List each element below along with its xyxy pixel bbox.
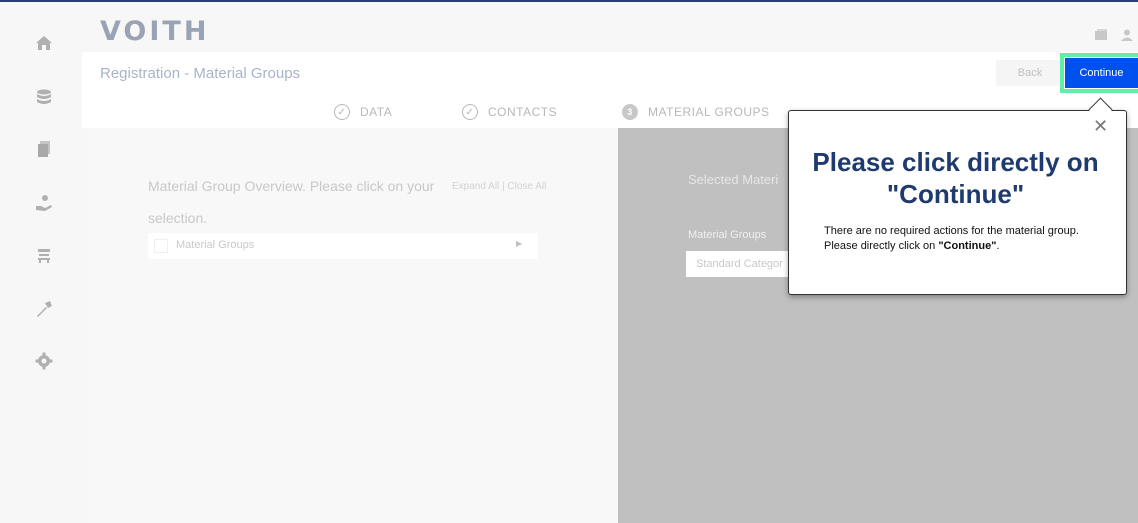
selected-materials-title: Selected Materi [688, 172, 779, 187]
step-label: MATERIAL GROUPS [648, 105, 770, 119]
step-number: 3 [622, 104, 638, 120]
cart-icon[interactable] [31, 242, 57, 268]
tools-icon[interactable] [31, 296, 57, 322]
supplier-icon[interactable] [31, 190, 57, 216]
caret-right-icon[interactable]: ▶ [516, 239, 522, 248]
step-contacts[interactable]: ✓ CONTACTS [462, 104, 557, 120]
home-icon[interactable] [31, 30, 57, 56]
expand-close-all-link[interactable]: Expand All | Close All [452, 180, 552, 194]
material-groups-field-label: Material Groups [688, 229, 767, 241]
close-icon[interactable]: ✕ [1093, 117, 1108, 135]
user-icon[interactable] [1120, 28, 1134, 42]
database-icon[interactable] [31, 84, 57, 110]
overview-instruction: Material Group Overview. Please click on… [148, 178, 435, 226]
standard-category-input[interactable] [686, 251, 796, 277]
step-data[interactable]: ✓ DATA [334, 104, 392, 120]
step-label: CONTACTS [488, 105, 558, 119]
check-circle-icon: ✓ [462, 104, 478, 120]
continue-button[interactable]: Continue [1065, 58, 1138, 88]
documents-icon[interactable] [31, 136, 57, 162]
settings-icon[interactable] [31, 348, 57, 374]
messages-icon[interactable] [1094, 28, 1108, 42]
material-groups-tree-item[interactable]: Material Groups ▶ [148, 233, 538, 259]
check-circle-icon: ✓ [334, 104, 350, 120]
step-label: DATA [360, 105, 393, 119]
popup-title: Please click directly on "Continue" [812, 147, 1099, 209]
back-button[interactable]: Back [996, 60, 1064, 86]
popup-text-end: . [996, 240, 1000, 252]
popup-text: There are no required actions for the ma… [824, 224, 1094, 254]
page-title: Registration - Material Groups [100, 65, 301, 82]
checkbox[interactable] [154, 239, 168, 253]
step-material-groups[interactable]: 3 MATERIAL GROUPS [622, 104, 770, 120]
voith-logo: VOITH [100, 16, 210, 47]
popup-text-bold: "Continue" [938, 240, 997, 252]
material-groups-label: Material Groups [176, 239, 255, 251]
brand-bar [82, 2, 1138, 52]
